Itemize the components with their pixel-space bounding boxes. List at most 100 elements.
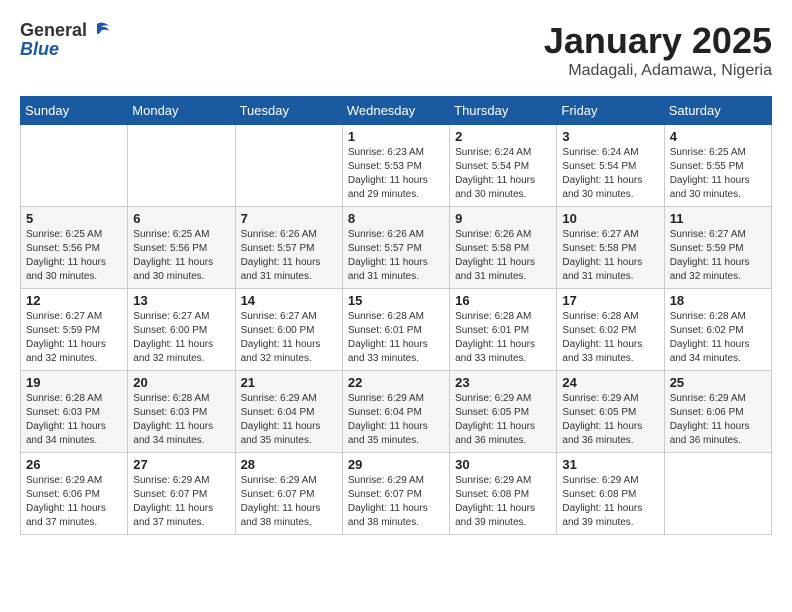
calendar-cell: 8 Sunrise: 6:26 AMSunset: 5:57 PMDayligh… (342, 207, 449, 289)
day-info: Sunrise: 6:25 AMSunset: 5:56 PMDaylight:… (133, 229, 213, 282)
calendar-cell: 23 Sunrise: 6:29 AMSunset: 6:05 PMDaylig… (450, 371, 557, 453)
day-number: 20 (133, 375, 229, 390)
day-number: 29 (348, 457, 444, 472)
calendar-cell: 7 Sunrise: 6:26 AMSunset: 5:57 PMDayligh… (235, 207, 342, 289)
calendar-week-row: 19 Sunrise: 6:28 AMSunset: 6:03 PMDaylig… (21, 371, 772, 453)
day-info: Sunrise: 6:29 AMSunset: 6:04 PMDaylight:… (348, 393, 428, 446)
calendar-week-row: 26 Sunrise: 6:29 AMSunset: 6:06 PMDaylig… (21, 453, 772, 535)
weekday-header-tuesday: Tuesday (235, 97, 342, 125)
day-info: Sunrise: 6:28 AMSunset: 6:01 PMDaylight:… (348, 311, 428, 364)
day-number: 27 (133, 457, 229, 472)
day-number: 23 (455, 375, 551, 390)
calendar-cell: 29 Sunrise: 6:29 AMSunset: 6:07 PMDaylig… (342, 453, 449, 535)
calendar-cell: 28 Sunrise: 6:29 AMSunset: 6:07 PMDaylig… (235, 453, 342, 535)
weekday-header-sunday: Sunday (21, 97, 128, 125)
logo-blue-text: Blue (20, 40, 111, 60)
weekday-header-friday: Friday (557, 97, 664, 125)
day-number: 28 (241, 457, 337, 472)
calendar-week-row: 5 Sunrise: 6:25 AMSunset: 5:56 PMDayligh… (21, 207, 772, 289)
day-info: Sunrise: 6:27 AMSunset: 5:59 PMDaylight:… (26, 311, 106, 364)
calendar-cell: 21 Sunrise: 6:29 AMSunset: 6:04 PMDaylig… (235, 371, 342, 453)
day-number: 7 (241, 211, 337, 226)
calendar-cell: 3 Sunrise: 6:24 AMSunset: 5:54 PMDayligh… (557, 125, 664, 207)
day-info: Sunrise: 6:28 AMSunset: 6:01 PMDaylight:… (455, 311, 535, 364)
day-number: 26 (26, 457, 122, 472)
calendar-cell: 12 Sunrise: 6:27 AMSunset: 5:59 PMDaylig… (21, 289, 128, 371)
day-info: Sunrise: 6:27 AMSunset: 5:58 PMDaylight:… (562, 229, 642, 282)
logo-bird-icon (89, 20, 111, 42)
day-number: 14 (241, 293, 337, 308)
day-number: 19 (26, 375, 122, 390)
weekday-header-monday: Monday (128, 97, 235, 125)
day-info: Sunrise: 6:28 AMSunset: 6:02 PMDaylight:… (562, 311, 642, 364)
day-number: 4 (670, 129, 766, 144)
calendar-cell (664, 453, 771, 535)
day-number: 13 (133, 293, 229, 308)
calendar-cell: 20 Sunrise: 6:28 AMSunset: 6:03 PMDaylig… (128, 371, 235, 453)
calendar-cell (128, 125, 235, 207)
calendar-week-row: 1 Sunrise: 6:23 AMSunset: 5:53 PMDayligh… (21, 125, 772, 207)
day-info: Sunrise: 6:29 AMSunset: 6:05 PMDaylight:… (455, 393, 535, 446)
calendar-cell: 18 Sunrise: 6:28 AMSunset: 6:02 PMDaylig… (664, 289, 771, 371)
day-info: Sunrise: 6:23 AMSunset: 5:53 PMDaylight:… (348, 147, 428, 200)
calendar-cell: 15 Sunrise: 6:28 AMSunset: 6:01 PMDaylig… (342, 289, 449, 371)
day-info: Sunrise: 6:29 AMSunset: 6:07 PMDaylight:… (241, 475, 321, 528)
calendar-cell: 2 Sunrise: 6:24 AMSunset: 5:54 PMDayligh… (450, 125, 557, 207)
day-info: Sunrise: 6:26 AMSunset: 5:58 PMDaylight:… (455, 229, 535, 282)
day-number: 24 (562, 375, 658, 390)
day-number: 9 (455, 211, 551, 226)
day-number: 12 (26, 293, 122, 308)
day-number: 16 (455, 293, 551, 308)
day-info: Sunrise: 6:29 AMSunset: 6:07 PMDaylight:… (133, 475, 213, 528)
day-info: Sunrise: 6:29 AMSunset: 6:05 PMDaylight:… (562, 393, 642, 446)
calendar-cell: 5 Sunrise: 6:25 AMSunset: 5:56 PMDayligh… (21, 207, 128, 289)
day-number: 22 (348, 375, 444, 390)
location-text: Madagali, Adamawa, Nigeria (544, 62, 772, 80)
calendar-cell: 14 Sunrise: 6:27 AMSunset: 6:00 PMDaylig… (235, 289, 342, 371)
day-info: Sunrise: 6:28 AMSunset: 6:03 PMDaylight:… (26, 393, 106, 446)
day-number: 25 (670, 375, 766, 390)
calendar-cell: 22 Sunrise: 6:29 AMSunset: 6:04 PMDaylig… (342, 371, 449, 453)
calendar-cell: 17 Sunrise: 6:28 AMSunset: 6:02 PMDaylig… (557, 289, 664, 371)
day-info: Sunrise: 6:25 AMSunset: 5:56 PMDaylight:… (26, 229, 106, 282)
weekday-header-thursday: Thursday (450, 97, 557, 125)
calendar-cell: 10 Sunrise: 6:27 AMSunset: 5:58 PMDaylig… (557, 207, 664, 289)
day-number: 31 (562, 457, 658, 472)
calendar-cell: 26 Sunrise: 6:29 AMSunset: 6:06 PMDaylig… (21, 453, 128, 535)
calendar-cell: 1 Sunrise: 6:23 AMSunset: 5:53 PMDayligh… (342, 125, 449, 207)
day-info: Sunrise: 6:27 AMSunset: 5:59 PMDaylight:… (670, 229, 750, 282)
day-info: Sunrise: 6:29 AMSunset: 6:04 PMDaylight:… (241, 393, 321, 446)
day-number: 15 (348, 293, 444, 308)
calendar-cell: 9 Sunrise: 6:26 AMSunset: 5:58 PMDayligh… (450, 207, 557, 289)
day-info: Sunrise: 6:24 AMSunset: 5:54 PMDaylight:… (455, 147, 535, 200)
calendar-cell: 27 Sunrise: 6:29 AMSunset: 6:07 PMDaylig… (128, 453, 235, 535)
day-number: 3 (562, 129, 658, 144)
day-number: 6 (133, 211, 229, 226)
calendar-week-row: 12 Sunrise: 6:27 AMSunset: 5:59 PMDaylig… (21, 289, 772, 371)
day-number: 10 (562, 211, 658, 226)
month-title: January 2025 (544, 20, 772, 62)
day-info: Sunrise: 6:28 AMSunset: 6:03 PMDaylight:… (133, 393, 213, 446)
calendar-cell: 16 Sunrise: 6:28 AMSunset: 6:01 PMDaylig… (450, 289, 557, 371)
calendar-cell: 6 Sunrise: 6:25 AMSunset: 5:56 PMDayligh… (128, 207, 235, 289)
day-number: 21 (241, 375, 337, 390)
day-info: Sunrise: 6:29 AMSunset: 6:06 PMDaylight:… (26, 475, 106, 528)
title-block: January 2025 Madagali, Adamawa, Nigeria (544, 20, 772, 80)
day-info: Sunrise: 6:27 AMSunset: 6:00 PMDaylight:… (133, 311, 213, 364)
calendar-cell (235, 125, 342, 207)
calendar-cell (21, 125, 128, 207)
calendar-cell: 4 Sunrise: 6:25 AMSunset: 5:55 PMDayligh… (664, 125, 771, 207)
weekday-header-wednesday: Wednesday (342, 97, 449, 125)
page-header: General Blue January 2025 Madagali, Adam… (20, 20, 772, 80)
day-number: 30 (455, 457, 551, 472)
day-number: 11 (670, 211, 766, 226)
day-info: Sunrise: 6:24 AMSunset: 5:54 PMDaylight:… (562, 147, 642, 200)
day-number: 18 (670, 293, 766, 308)
calendar-cell: 31 Sunrise: 6:29 AMSunset: 6:08 PMDaylig… (557, 453, 664, 535)
calendar-table: SundayMondayTuesdayWednesdayThursdayFrid… (20, 96, 772, 535)
day-number: 1 (348, 129, 444, 144)
calendar-cell: 13 Sunrise: 6:27 AMSunset: 6:00 PMDaylig… (128, 289, 235, 371)
logo: General Blue (20, 20, 111, 60)
calendar-cell: 19 Sunrise: 6:28 AMSunset: 6:03 PMDaylig… (21, 371, 128, 453)
day-info: Sunrise: 6:25 AMSunset: 5:55 PMDaylight:… (670, 147, 750, 200)
